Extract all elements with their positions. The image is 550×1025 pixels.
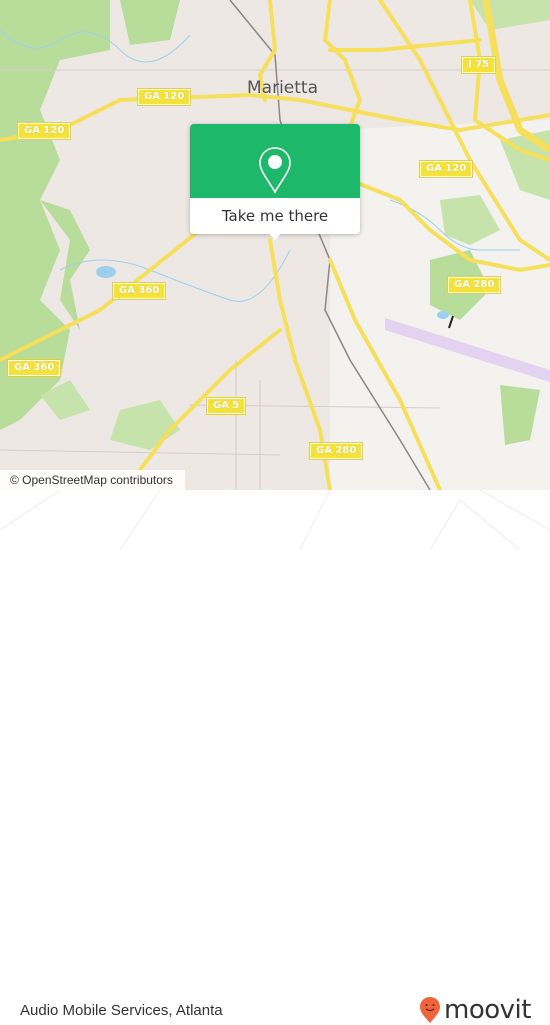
road-shield-ga360: GA 360 — [111, 282, 167, 300]
place-name: Audio Mobile Services, Atlanta — [20, 1002, 223, 1019]
lake — [437, 311, 449, 319]
map-canvas — [0, 0, 550, 490]
map-attribution[interactable]: © OpenStreetMap contributors — [0, 470, 185, 490]
road-connector — [328, 38, 482, 52]
stream — [59, 249, 291, 302]
popup-header — [190, 124, 360, 198]
park-area — [110, 400, 180, 450]
map-view[interactable]: Marietta GA 120 GA 120 GA 120 I 75 GA 28… — [0, 0, 550, 490]
minor-road — [0, 449, 281, 456]
road-shield-ga280: GA 280 — [308, 442, 364, 460]
road-shield-ga120: GA 120 — [16, 122, 72, 140]
road-shield-i75: I 75 — [460, 56, 497, 74]
brand-name: moovit — [444, 995, 531, 1025]
park-area — [470, 0, 550, 30]
city-label: Marietta — [247, 78, 319, 98]
lake — [96, 266, 116, 278]
footer-pattern — [0, 490, 550, 550]
map-pin-icon — [259, 147, 291, 194]
road-shield-ga5: GA 5 — [205, 397, 247, 415]
moovit-logo[interactable]: moovit — [419, 995, 531, 1025]
road-shield-ga280: GA 280 — [446, 276, 502, 294]
road-shield-ga120: GA 120 — [136, 88, 192, 106]
location-popup: Take me there — [190, 124, 360, 240]
take-me-there-button[interactable]: Take me there — [190, 198, 360, 234]
moovit-pin-icon — [420, 997, 440, 1023]
popup-pointer — [268, 232, 282, 240]
road-shield-ga360: GA 360 — [6, 359, 62, 377]
park-area — [120, 0, 180, 45]
footer: Audio Mobile Services, Atlanta moovit — [0, 490, 550, 1025]
road-shield-ga120: GA 120 — [418, 160, 474, 178]
